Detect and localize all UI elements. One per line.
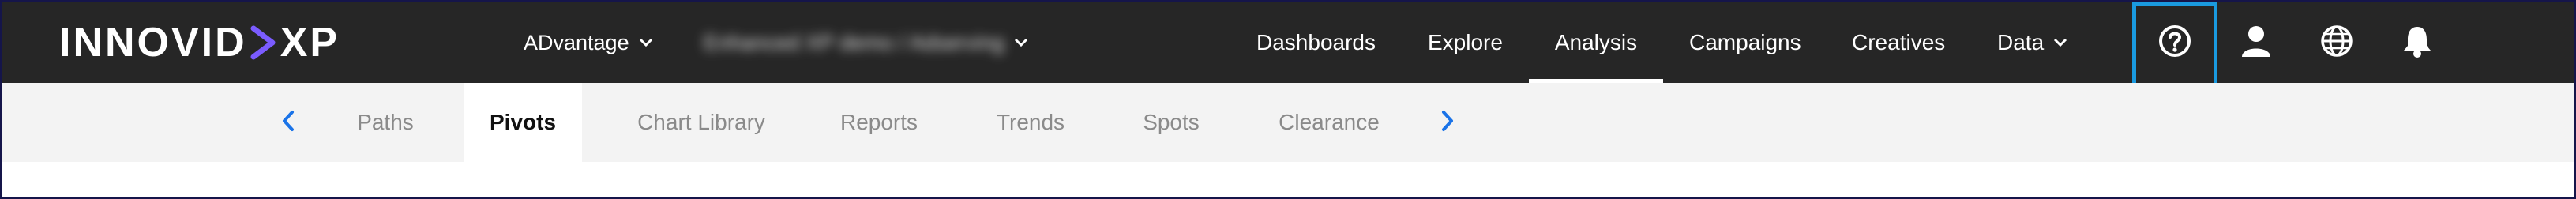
nav-item-data-label: Data	[1997, 30, 2045, 54]
tab-trends[interactable]: Trends	[975, 83, 1086, 162]
chevron-left-icon	[281, 110, 295, 136]
nav-item-creatives[interactable]: Creatives	[1852, 2, 1945, 83]
tab-pivots[interactable]: Pivots	[464, 83, 582, 162]
help-icon	[2157, 24, 2192, 62]
scroll-left-button[interactable]	[272, 83, 304, 162]
top-navigation-bar: INNOVID XP ADvantage Enhanced XP demo / …	[2, 2, 2574, 97]
workspace-selector[interactable]: Enhanced XP demo / Adserving	[704, 24, 1028, 61]
analysis-sub-navigation: Paths Pivots Chart Library Reports Trend…	[2, 83, 2574, 162]
tab-spots[interactable]: Spots	[1124, 83, 1219, 162]
nav-item-explore[interactable]: Explore	[1428, 2, 1503, 83]
scroll-right-button[interactable]	[1432, 83, 1463, 162]
chevron-right-icon	[1440, 110, 1455, 136]
language-button[interactable]	[2305, 2, 2368, 83]
user-icon	[2240, 24, 2272, 62]
nav-item-campaigns[interactable]: Campaigns	[1689, 2, 1801, 83]
nav-item-dashboards[interactable]: Dashboards	[1256, 2, 1376, 83]
app-frame: INNOVID XP ADvantage Enhanced XP demo / …	[0, 0, 2576, 199]
tab-reports[interactable]: Reports	[820, 83, 937, 162]
nav-item-analysis[interactable]: Analysis	[1529, 2, 1663, 83]
chevron-down-icon	[2053, 38, 2067, 47]
logo-text-xp: XP	[280, 20, 340, 66]
notifications-button[interactable]	[2386, 2, 2449, 83]
logo-chevron-icon	[250, 25, 277, 60]
innovid-xp-logo[interactable]: INNOVID XP	[59, 18, 340, 67]
tab-chart-library[interactable]: Chart Library	[610, 83, 792, 162]
nav-item-data[interactable]: Data	[1997, 2, 2067, 83]
logo-text-innovid: INNOVID	[59, 20, 247, 66]
user-button[interactable]	[2225, 2, 2288, 83]
globe-icon	[2320, 24, 2353, 62]
tab-paths[interactable]: Paths	[334, 83, 437, 162]
account-selector[interactable]: ADvantage	[524, 24, 653, 61]
chevron-down-icon	[639, 38, 653, 47]
account-name: ADvantage	[524, 30, 629, 54]
content-area	[2, 162, 2574, 197]
workspace-name: Enhanced XP demo / Adserving	[704, 30, 1004, 54]
help-button[interactable]	[2143, 2, 2206, 83]
tab-clearance[interactable]: Clearance	[1258, 83, 1400, 162]
bell-icon	[2401, 24, 2433, 62]
chevron-down-icon	[1014, 38, 1028, 47]
